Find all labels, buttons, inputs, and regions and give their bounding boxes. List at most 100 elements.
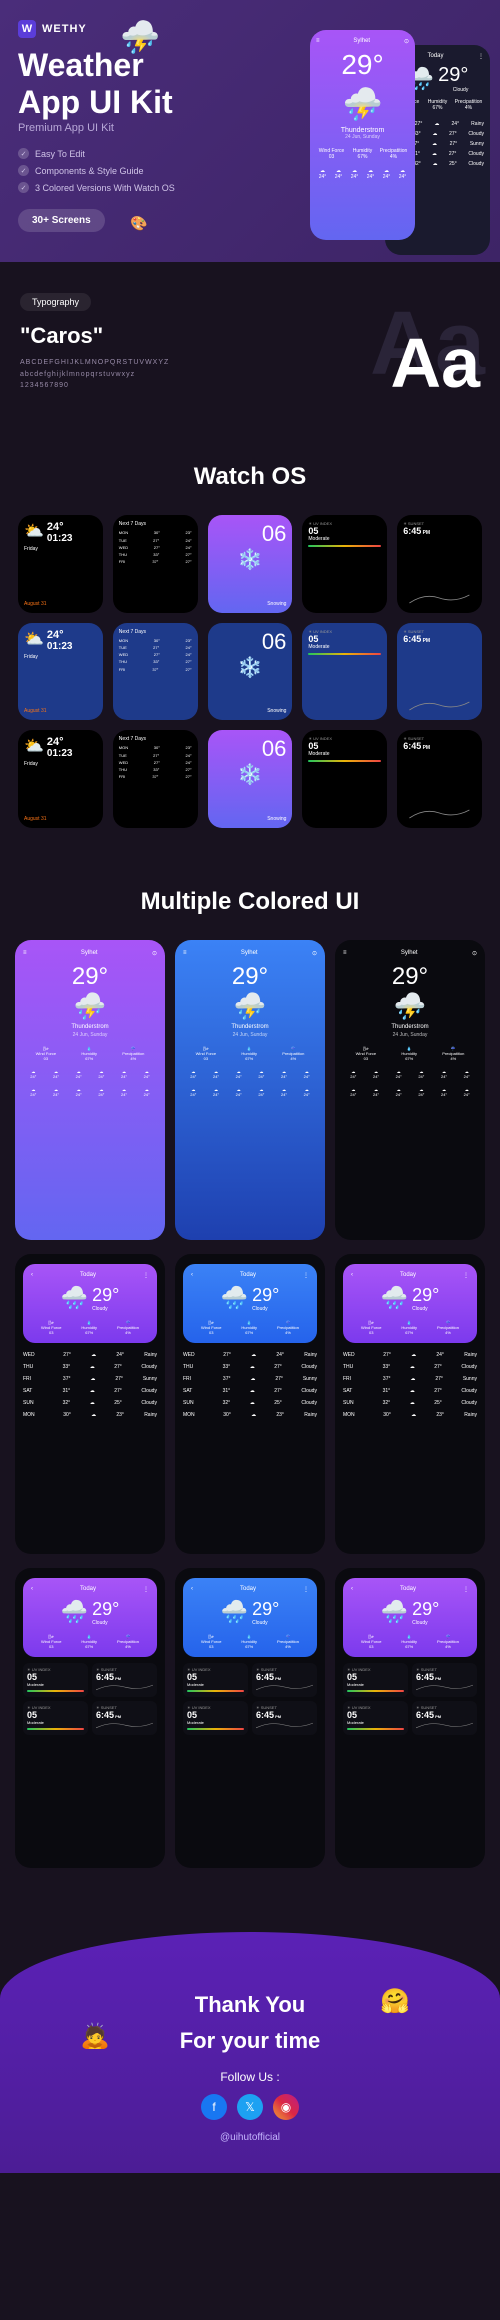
more-icon[interactable]: ⋮ [463, 1586, 469, 1593]
facebook-icon[interactable]: f [201, 2094, 227, 2120]
daily-row: FRI37°☁27°Sunny [23, 1373, 157, 1385]
menu-icon[interactable]: ≡ [343, 950, 347, 957]
numbers: 1234567890 [20, 380, 169, 391]
stats: 🌬Wind Force03💧Humidity67%☔Precipatition4… [343, 1046, 477, 1061]
stats: 🌬Wind Force03💧Humidity67%☔Precipatition4… [183, 1046, 317, 1061]
city: Sylhet [401, 950, 418, 957]
temp: 29° [252, 1599, 279, 1620]
sunset-card: ☀ SUNSET6:45 PM [92, 1663, 157, 1697]
more-icon: ⋮ [478, 53, 484, 60]
stats: 🌬Wind Force03💧Humidity67%☔Precipatition4… [351, 1634, 469, 1649]
daily-row: MON30°☁23°Rainy [183, 1409, 317, 1421]
temp: 29° [343, 963, 477, 991]
more-icon[interactable]: ⋮ [303, 1272, 309, 1279]
watch-time: ⛅24°01:23FridayAugust 31 [18, 515, 103, 613]
date: 24 Jun, Sunday [183, 1032, 317, 1038]
cloud-icon: 🌧️ [381, 1599, 408, 1625]
today-screen: ‹Today⋮🌧️29°Cloudy🌬Wind Force03💧Humidity… [335, 1254, 485, 1554]
info-cards: ☀ UV INDEX05Moderate☀ SUNSET6:45 PM☀ UV … [183, 1663, 317, 1735]
font-name: "Caros" [20, 323, 169, 349]
stats: 🌬Wind Force03💧Humidity67%☔Precipatition4… [31, 1320, 149, 1335]
hourly-forecast: ☁24°☁24°☁24°☁24°☁24°☁24° [316, 168, 409, 180]
watch-snow: 06❄️Snowing [208, 515, 293, 613]
info-cards: ☀ UV INDEX05Moderate☀ SUNSET6:45 PM☀ UV … [343, 1663, 477, 1735]
alphabet-upper: ABCDEFGHIJKLMNOPQRSTUVWXYZ [20, 357, 169, 368]
search-icon[interactable]: ⊙ [152, 950, 157, 957]
footer-line1: Thank You [20, 1992, 480, 2018]
more-icon[interactable]: ⋮ [303, 1586, 309, 1593]
weather-screen: ≡Sylhet⊙29°⛈️Thunderstrom24 Jun, Sunday🌬… [175, 940, 325, 1240]
sunset-card: ☀ SUNSET6:45 PM [252, 1701, 317, 1735]
daily-row: SAT31°☁27°Cloudy [183, 1385, 317, 1397]
instagram-icon[interactable]: ◉ [273, 2094, 299, 2120]
cond: Cloudy [412, 1306, 439, 1312]
city: Sylhet [241, 950, 258, 957]
phone-purple: ≡Sylhet⊙ 29° ⛈️ Thunderstrom 24 Jun, Sun… [310, 30, 415, 240]
back-icon[interactable]: ‹ [31, 1586, 33, 1593]
more-icon[interactable]: ⋮ [143, 1586, 149, 1593]
more-icon[interactable]: ⋮ [143, 1272, 149, 1279]
sunset-card: ☀ SUNSET6:45 PM [412, 1701, 477, 1735]
menu-icon[interactable]: ≡ [183, 950, 187, 957]
emoji-hug: 🤗 [380, 1987, 410, 2016]
cloud-icon: 🌧️ [381, 1285, 408, 1311]
back-icon[interactable]: ‹ [191, 1272, 193, 1279]
watch-snow: 06❄️Snowing [208, 623, 293, 721]
today-temp: 29° [438, 64, 468, 87]
temp: 29° [183, 963, 317, 991]
daily-row: FRI37°☁27°Sunny [343, 1373, 477, 1385]
date: 24 Jun, Sunday [23, 1032, 157, 1038]
stats: 🌬Wind Force03💧Humidity67%☔Precipatition4… [31, 1634, 149, 1649]
cloud-icon: 🌧️ [61, 1599, 88, 1625]
watch-uv: ☀ UV INDEX05Moderate [302, 623, 387, 721]
cond: Cloudy [92, 1620, 119, 1626]
search-icon: ⊙ [404, 38, 409, 45]
feature-1-text: Easy To Edit [35, 149, 85, 159]
daily-row: SAT31°☁27°Cloudy [343, 1385, 477, 1397]
detail-screen: ‹Today⋮🌧️29°Cloudy🌬Wind Force03💧Humidity… [335, 1568, 485, 1868]
hourly: ☁24°☁24°☁24°☁24°☁24°☁24° [23, 1069, 157, 1079]
menu-icon[interactable]: ≡ [23, 950, 27, 957]
back-icon[interactable]: ‹ [31, 1272, 33, 1279]
daily-row: SAT31°☁27°Cloudy [23, 1385, 157, 1397]
watch-next7: Next 7 DaysMON30°23°TUE27°24°WED27°24°TH… [113, 515, 198, 613]
search-icon[interactable]: ⊙ [472, 950, 477, 957]
daily-row: WED27°☁24°Rainy [343, 1349, 477, 1361]
typography-section: Typography "Caros" ABCDEFGHIJKLMNOPQRSTU… [0, 262, 500, 433]
weather-type: Thunderstrom [183, 1024, 317, 1030]
logo-text: WETHY [42, 23, 87, 35]
hourly: ☁24°☁24°☁24°☁24°☁24°☁24° [343, 1069, 477, 1079]
temp: 29° [92, 1285, 119, 1306]
more-icon[interactable]: ⋮ [463, 1272, 469, 1279]
daily-row: THU33°☁27°Cloudy [343, 1361, 477, 1373]
aa-text: Aa [391, 324, 480, 402]
daily-row: SUN32°☁25°Cloudy [183, 1397, 317, 1409]
check-icon: ✓ [18, 165, 29, 176]
detail-screen: ‹Today⋮🌧️29°Cloudy🌬Wind Force03💧Humidity… [175, 1568, 325, 1868]
hero-section: W WETHY Weather App UI Kit Premium App U… [0, 0, 500, 262]
temp: 29° [23, 963, 157, 991]
multi-section: Multiple Colored UI ≡Sylhet⊙29°⛈️Thunder… [0, 858, 500, 1912]
daily-row: MON30°☁23°Rainy [23, 1409, 157, 1421]
precip-value: 4% [378, 154, 409, 160]
weather-icon: ⛈️ [343, 991, 477, 1022]
watch-next7: Next 7 DaysMON30°23°TUE27°24°WED27°24°TH… [113, 623, 198, 721]
stats: 🌬Wind Force03💧Humidity67%☔Precipatition4… [23, 1046, 157, 1061]
back-icon[interactable]: ‹ [351, 1586, 353, 1593]
today-label: Today [400, 1586, 416, 1593]
watch-uv: ☀ UV INDEX05Moderate [302, 730, 387, 828]
twitter-icon[interactable]: 𝕏 [237, 2094, 263, 2120]
back-icon[interactable]: ‹ [351, 1272, 353, 1279]
weather-type: Thunderstrom [316, 127, 409, 134]
sunset-card: ☀ SUNSET6:45 PM [252, 1663, 317, 1697]
feature-3-text: 3 Colored Versions With Watch OS [35, 183, 175, 193]
stats: 🌬Wind Force03💧Humidity67%☔Precipatition4… [191, 1634, 309, 1649]
search-icon[interactable]: ⊙ [312, 950, 317, 957]
back-icon[interactable]: ‹ [191, 1586, 193, 1593]
sunset-card: ☀ SUNSET6:45 PM [92, 1701, 157, 1735]
temp: 29° [412, 1599, 439, 1620]
sunset-card: ☀ SUNSET6:45 PM [412, 1663, 477, 1697]
temp: 29° [252, 1285, 279, 1306]
daily-row: WED27°☁24°Rainy [183, 1349, 317, 1361]
today-label: Today [80, 1272, 96, 1279]
